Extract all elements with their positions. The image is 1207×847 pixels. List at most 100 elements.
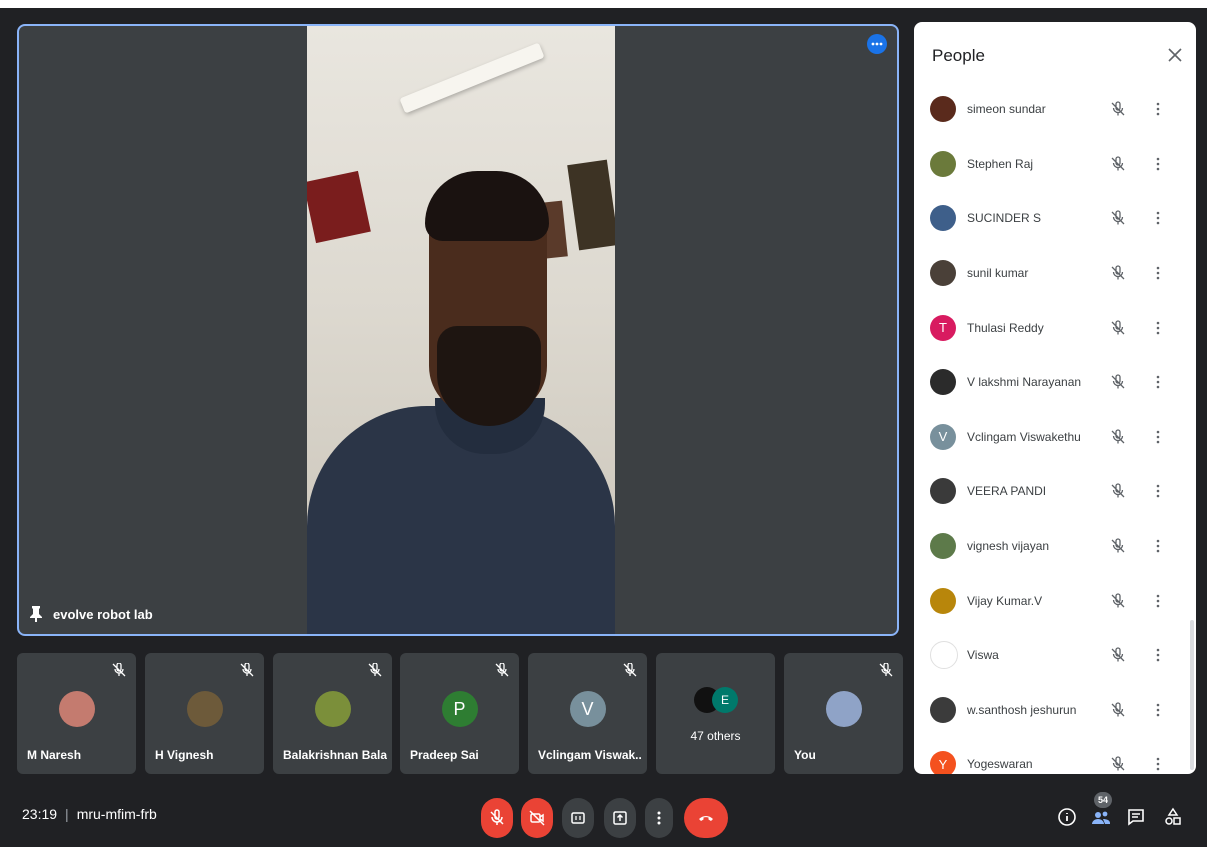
people-panel: People simeon sundar Stephen Raj SUCINDER … <box>914 22 1196 774</box>
more-vertical-icon[interactable] <box>1152 210 1164 226</box>
avatar <box>930 150 956 177</box>
main-stage[interactable]: evolve robot lab <box>17 24 899 636</box>
mic-off-icon <box>112 663 126 677</box>
participant-row[interactable]: SUCINDER S <box>914 191 1196 246</box>
participant-name: Pradeep Sai <box>410 748 479 762</box>
participant-name: V lakshmi Narayanan <box>967 375 1082 390</box>
participant-row[interactable]: VEERA PANDI <box>914 464 1196 519</box>
bottom-control-bar: 23:19 | mru-mfim-frb 54 <box>0 792 1207 847</box>
participant-row[interactable]: V lakshmi Narayanan <box>914 355 1196 410</box>
more-vertical-icon[interactable] <box>1152 593 1164 609</box>
more-vertical-icon[interactable] <box>1152 702 1164 718</box>
avatar <box>930 260 956 287</box>
chat-button[interactable] <box>1125 806 1147 828</box>
avatar <box>930 96 956 123</box>
more-vertical-icon[interactable] <box>1152 429 1164 445</box>
participant-row[interactable]: vignesh vijayan <box>914 519 1196 574</box>
participant-name: vignesh vijayan <box>967 539 1050 554</box>
mic-off-icon[interactable] <box>1110 593 1126 609</box>
more-vertical-icon[interactable] <box>1152 483 1164 499</box>
avatar <box>58 691 95 727</box>
meeting-code: mru-mfim-frb <box>76 806 157 822</box>
mic-off-icon <box>368 663 382 677</box>
avatar: Y <box>930 751 956 774</box>
mic-off-icon[interactable] <box>1110 265 1126 281</box>
pinned-participant-label: evolve robot lab <box>29 606 153 622</box>
leave-call-button[interactable] <box>684 798 728 838</box>
stage-more-options-button[interactable] <box>867 34 887 54</box>
participant-tile[interactable]: Balakrishnan Bala <box>273 653 392 774</box>
mic-off-icon[interactable] <box>1110 374 1126 390</box>
more-vertical-icon[interactable] <box>1152 756 1164 772</box>
activities-icon <box>1165 807 1181 825</box>
avatar <box>825 691 862 727</box>
more-horizontal-icon <box>871 42 883 46</box>
participant-list: simeon sundar Stephen Raj SUCINDER S sunil … <box>914 82 1196 774</box>
participant-tile[interactable]: H Vignesh <box>145 653 264 774</box>
avatar <box>930 696 956 723</box>
more-vertical-icon[interactable] <box>1152 265 1164 281</box>
participant-row[interactable]: w.santhosh jeshurun <box>914 683 1196 738</box>
participant-tile[interactable]: P Pradeep Sai <box>400 653 519 774</box>
more-vertical-icon[interactable] <box>1152 647 1164 663</box>
participant-tile[interactable]: M Naresh <box>17 653 136 774</box>
mic-off-icon[interactable] <box>1110 429 1126 445</box>
mic-off-icon[interactable] <box>1110 320 1126 336</box>
participant-row[interactable]: Y Yogeswaran <box>914 737 1196 774</box>
more-vertical-icon[interactable] <box>1152 538 1164 554</box>
participant-tile[interactable]: V Vclingam Viswak... <box>528 653 647 774</box>
camera-toggle-button[interactable] <box>521 798 553 838</box>
mic-off-icon[interactable] <box>1110 756 1126 772</box>
window-top-edge <box>0 0 1207 8</box>
scrollbar[interactable] <box>1190 620 1194 770</box>
participant-row[interactable]: Vijay Kumar.V <box>914 573 1196 628</box>
mic-toggle-button[interactable] <box>481 798 513 838</box>
mic-off-icon[interactable] <box>1110 210 1126 226</box>
participant-row[interactable]: simeon sundar <box>914 82 1196 137</box>
participant-name: simeon sundar <box>967 102 1046 117</box>
mic-off-icon <box>490 809 504 825</box>
avatar <box>930 478 956 505</box>
mic-off-icon[interactable] <box>1110 647 1126 663</box>
participant-row[interactable]: sunil kumar <box>914 246 1196 301</box>
mic-off-icon[interactable] <box>1110 702 1126 718</box>
self-tile[interactable]: You <box>784 653 903 774</box>
more-vertical-icon[interactable] <box>1152 101 1164 117</box>
more-options-button[interactable] <box>645 798 673 838</box>
participant-name: Thulasi Reddy <box>967 320 1044 335</box>
mic-off-icon[interactable] <box>1110 538 1126 554</box>
others-avatar-stack: E <box>694 687 740 715</box>
meeting-time: 23:19 <box>22 806 58 822</box>
participant-name: Vclingam Viswakethu <box>967 429 1081 444</box>
avatar: P <box>441 691 478 727</box>
more-vertical-icon[interactable] <box>1152 374 1164 390</box>
mic-off-icon[interactable] <box>1110 156 1126 172</box>
hang-up-icon <box>699 816 713 821</box>
present-screen-button[interactable] <box>604 798 636 838</box>
activities-button[interactable] <box>1162 806 1184 828</box>
present-icon <box>613 811 627 825</box>
mic-off-icon[interactable] <box>1110 101 1126 117</box>
avatar <box>930 205 956 232</box>
participant-row[interactable]: V Vclingam Viswakethu <box>914 410 1196 465</box>
panel-title: People <box>932 46 985 65</box>
participant-row[interactable]: Stephen Raj <box>914 137 1196 192</box>
participant-name: VEERA PANDI <box>967 484 1047 499</box>
more-vertical-icon[interactable] <box>1152 320 1164 336</box>
close-icon[interactable] <box>1166 46 1184 64</box>
avatar <box>930 587 956 614</box>
participant-row[interactable]: T Thulasi Reddy <box>914 300 1196 355</box>
participant-name: Yogeswaran <box>967 757 1033 772</box>
participant-row[interactable]: Viswa <box>914 628 1196 683</box>
more-vertical-icon[interactable] <box>1152 156 1164 172</box>
people-button[interactable] <box>1090 806 1112 828</box>
captions-button[interactable] <box>562 798 594 838</box>
participant-count-badge: 54 <box>1094 792 1112 808</box>
mic-off-icon[interactable] <box>1110 483 1126 499</box>
pinned-name: evolve robot lab <box>53 606 153 622</box>
avatar: E <box>712 687 738 713</box>
others-tile[interactable]: E 47 others <box>656 653 775 774</box>
meeting-details-button[interactable] <box>1056 806 1078 828</box>
captions-icon <box>571 812 585 824</box>
mic-off-icon <box>623 663 637 677</box>
